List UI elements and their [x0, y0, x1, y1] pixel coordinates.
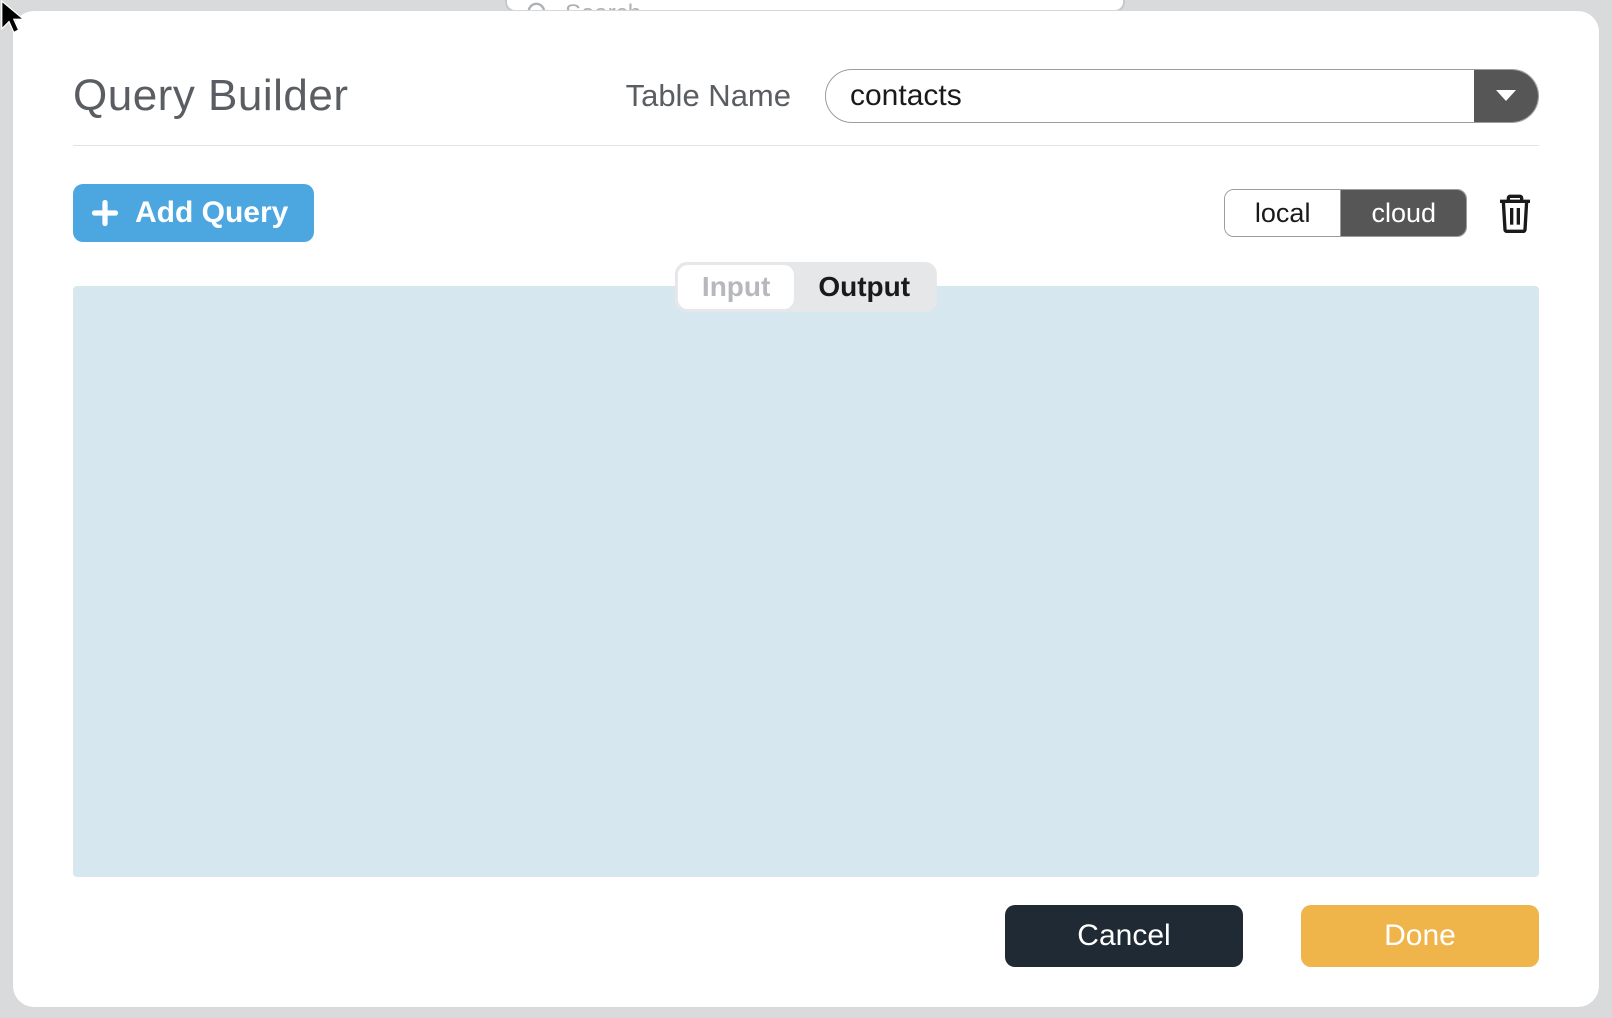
scope-segmented-control: local cloud: [1224, 189, 1467, 237]
table-name-value: contacts: [826, 70, 1474, 122]
dialog-title: Query Builder: [73, 71, 349, 121]
scope-cloud-button[interactable]: cloud: [1340, 190, 1466, 236]
query-content-wrap: Input Output: [73, 286, 1539, 877]
scope-local-button[interactable]: local: [1225, 190, 1341, 236]
add-query-button[interactable]: Add Query: [73, 184, 314, 242]
plus-icon: [91, 199, 119, 227]
done-button[interactable]: Done: [1301, 905, 1539, 967]
table-name-select[interactable]: contacts: [825, 69, 1539, 123]
table-name-label: Table Name: [626, 78, 791, 114]
io-tabs: Input Output: [675, 262, 937, 312]
trash-icon: [1495, 191, 1535, 235]
tab-output[interactable]: Output: [794, 265, 934, 309]
dialog-footer: Cancel Done: [73, 905, 1539, 967]
add-query-label: Add Query: [135, 196, 288, 230]
output-panel: [73, 286, 1539, 877]
toolbar: Add Query local cloud: [73, 184, 1539, 242]
delete-button[interactable]: [1491, 187, 1539, 239]
cursor-icon: [0, 0, 30, 36]
cancel-button[interactable]: Cancel: [1005, 905, 1243, 967]
query-builder-dialog: Query Builder Table Name contacts Add Qu…: [12, 10, 1600, 1008]
dialog-header: Query Builder Table Name contacts: [73, 69, 1539, 146]
tab-input[interactable]: Input: [678, 265, 794, 309]
table-name-dropdown-arrow[interactable]: [1474, 70, 1538, 122]
chevron-down-icon: [1494, 88, 1518, 104]
